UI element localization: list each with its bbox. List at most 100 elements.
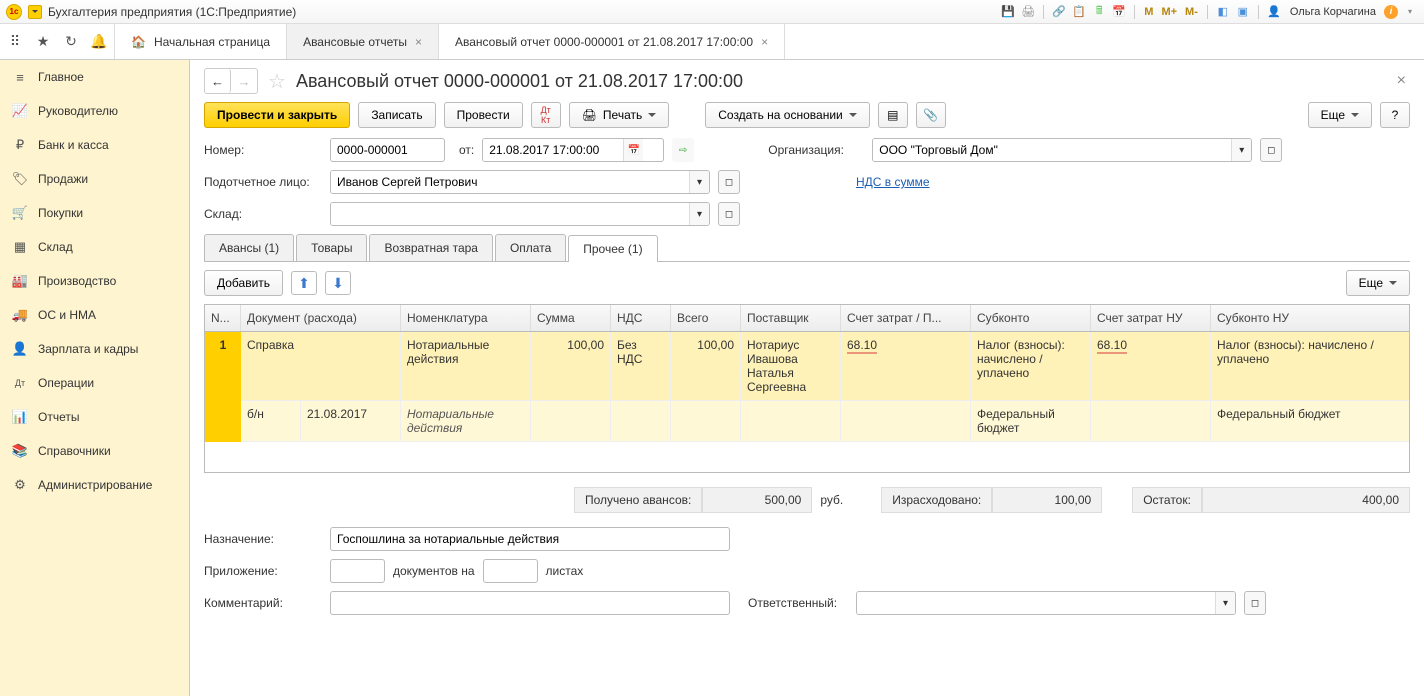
post-and-close-button[interactable]: Провести и закрыть <box>204 102 350 128</box>
table-row-sub[interactable]: б/н 21.08.2017 Нотариальные действия Фед… <box>205 401 1409 442</box>
vat-mode-link[interactable]: НДС в сумме <box>856 175 930 189</box>
info-dropdown[interactable]: ▾ <box>1402 4 1418 20</box>
cell-total[interactable]: 100,00 <box>671 332 741 401</box>
sidebar-item-purchases[interactable]: 🛒Покупки <box>0 196 189 230</box>
attach-button[interactable]: 📎 <box>916 102 946 128</box>
cell-vat[interactable]: Без НДС <box>611 332 671 401</box>
person-input[interactable] <box>331 171 689 193</box>
col-nomen[interactable]: Номенклатура <box>401 305 531 331</box>
tab-other[interactable]: Прочее (1) <box>568 235 657 262</box>
tab-goods[interactable]: Товары <box>296 234 367 261</box>
cell-doc[interactable]: Справка <box>241 332 401 401</box>
help-button[interactable]: ? <box>1380 102 1410 128</box>
nav-forward-button[interactable]: → <box>231 69 257 93</box>
dtkt-button[interactable]: ДтКт <box>531 102 561 128</box>
purpose-input[interactable] <box>330 527 730 551</box>
structure-button[interactable]: ▤ <box>878 102 908 128</box>
save-icon[interactable]: 💾 <box>1000 4 1016 20</box>
close-icon[interactable]: × <box>761 35 768 49</box>
col-cost-acc[interactable]: Счет затрат / П... <box>841 305 971 331</box>
col-subconto-nu[interactable]: Субконто НУ <box>1211 305 1409 331</box>
sidebar-item-sales[interactable]: 🏷Продажи <box>0 162 189 196</box>
responsible-open-button[interactable]: ◻ <box>1244 591 1266 615</box>
cell-nomen-sub[interactable]: Нотариальные действия <box>401 401 531 442</box>
col-sum[interactable]: Сумма <box>531 305 611 331</box>
calendar-icon[interactable]: 📅 <box>1111 4 1127 20</box>
number-input[interactable] <box>330 138 445 162</box>
move-down-button[interactable]: ⬇ <box>325 271 351 295</box>
col-total[interactable]: Всего <box>671 305 741 331</box>
apps-icon[interactable]: ⠿ <box>6 33 24 51</box>
col-doc[interactable]: Документ (расхода) <box>241 305 401 331</box>
col-supplier[interactable]: Поставщик <box>741 305 841 331</box>
sheets-count-input[interactable] <box>483 559 538 583</box>
sidebar-item-manager[interactable]: 📈Руководителю <box>0 94 189 128</box>
sidebar-item-operations[interactable]: ДтОперации <box>0 366 189 400</box>
table-row[interactable]: 1 Справка Нотариальные действия 100,00 Б… <box>205 332 1409 401</box>
nav-back-button[interactable]: ← <box>205 69 231 93</box>
link-icon[interactable]: 🔗 <box>1051 4 1067 20</box>
sidebar-item-references[interactable]: 📚Справочники <box>0 434 189 468</box>
sidebar-item-assets[interactable]: 🚚ОС и НМА <box>0 298 189 332</box>
person-open-button[interactable]: ◻ <box>718 170 740 194</box>
move-up-button[interactable]: ⬆ <box>291 271 317 295</box>
tab-advance-report-doc[interactable]: Авансовый отчет 0000-000001 от 21.08.201… <box>439 24 785 59</box>
app-menu-dropdown[interactable] <box>28 5 42 19</box>
close-doc-button[interactable]: × <box>1393 72 1410 90</box>
tab-home[interactable]: 🏠 Начальная страница <box>115 24 287 59</box>
memory-mplus[interactable]: M+ <box>1159 6 1179 18</box>
tab-returnable[interactable]: Возвратная тара <box>369 234 493 261</box>
warehouse-open-button[interactable]: ◻ <box>718 202 740 226</box>
favorite-toggle[interactable]: ☆ <box>268 69 286 94</box>
print-button[interactable]: 🖨Печать <box>569 102 670 128</box>
responsible-input[interactable] <box>857 592 1215 614</box>
tab-advances[interactable]: Авансы (1) <box>204 234 294 261</box>
cell-subconto-nu[interactable]: Налог (взносы): начислено / уплачено <box>1211 332 1409 401</box>
print-icon[interactable]: 🖨 <box>1020 4 1036 20</box>
chevron-down-icon[interactable]: ▾ <box>689 203 709 225</box>
cell-nomen[interactable]: Нотариальные действия <box>401 332 531 401</box>
memory-mminus[interactable]: M- <box>1183 6 1200 18</box>
comment-input[interactable] <box>330 591 730 615</box>
chevron-down-icon[interactable]: ▾ <box>1215 592 1235 614</box>
table-more-button[interactable]: Еще <box>1346 270 1410 296</box>
date-input[interactable] <box>483 139 623 161</box>
calendar-picker-icon[interactable]: 📅 <box>623 139 643 161</box>
org-input[interactable] <box>873 139 1231 161</box>
sidebar-item-admin[interactable]: ⚙Администрирование <box>0 468 189 502</box>
write-button[interactable]: Записать <box>358 102 435 128</box>
sidebar-item-main[interactable]: ≡Главное <box>0 60 189 94</box>
tab-payment[interactable]: Оплата <box>495 234 566 261</box>
cell-cost-acc-nu[interactable]: 68.10 <box>1091 332 1211 401</box>
col-n[interactable]: N... <box>205 305 241 331</box>
favorite-icon[interactable]: ★ <box>34 33 52 51</box>
chevron-down-icon[interactable]: ▾ <box>1231 139 1251 161</box>
docs-count-input[interactable] <box>330 559 385 583</box>
cell-doc-num[interactable]: б/н <box>241 401 301 442</box>
close-icon[interactable]: × <box>415 35 422 49</box>
notifications-icon[interactable]: 🔔 <box>90 33 108 51</box>
sidebar-item-bank[interactable]: ₽Банк и касса <box>0 128 189 162</box>
cell-subconto-sub[interactable]: Федеральный бюджет <box>971 401 1091 442</box>
window-icon[interactable]: ▣ <box>1235 4 1251 20</box>
cell-sum[interactable]: 100,00 <box>531 332 611 401</box>
tab-advance-reports[interactable]: Авансовые отчеты × <box>287 24 439 59</box>
cell-doc-date[interactable]: 21.08.2017 <box>301 401 401 442</box>
col-subconto[interactable]: Субконто <box>971 305 1091 331</box>
warehouse-input[interactable] <box>331 203 689 225</box>
chevron-down-icon[interactable]: ▾ <box>689 171 709 193</box>
col-cost-acc-nu[interactable]: Счет затрат НУ <box>1091 305 1211 331</box>
cell-cost-acc[interactable]: 68.10 <box>841 332 971 401</box>
col-vat[interactable]: НДС <box>611 305 671 331</box>
date-aux-button[interactable]: ⇨ <box>672 138 694 162</box>
layout-icon[interactable]: ◧ <box>1215 4 1231 20</box>
more-button[interactable]: Еще <box>1308 102 1372 128</box>
history-icon[interactable]: ↻ <box>62 33 80 51</box>
sidebar-item-warehouse[interactable]: ▦Склад <box>0 230 189 264</box>
compare-icon[interactable]: 📋 <box>1071 4 1087 20</box>
cell-subconto[interactable]: Налог (взносы): начислено / уплачено <box>971 332 1091 401</box>
sidebar-item-production[interactable]: 🏭Производство <box>0 264 189 298</box>
cell-subconto-nu-sub[interactable]: Федеральный бюджет <box>1211 401 1409 442</box>
info-icon[interactable]: i <box>1384 5 1398 19</box>
cell-supplier[interactable]: Нотариус Ивашова Наталья Сергеевна <box>741 332 841 401</box>
